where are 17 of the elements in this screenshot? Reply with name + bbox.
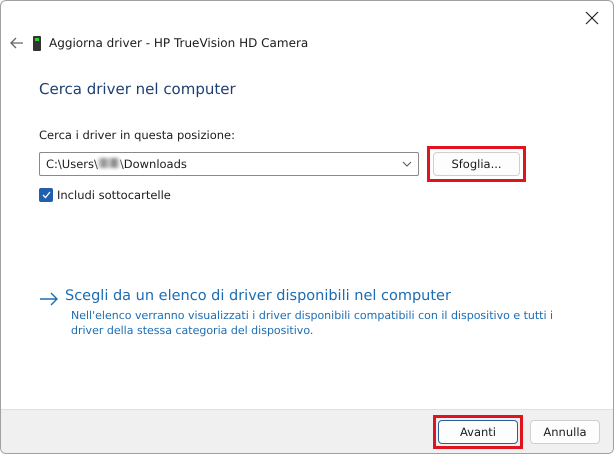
page-heading: Cerca driver nel computer [39,80,237,98]
chevron-icon [402,161,412,167]
webcam-icon [33,36,41,50]
checkmark-icon [42,191,50,199]
driver-list-link[interactable]: Scegli da un elenco di driver disponibili nel computer [65,288,451,304]
browse-button[interactable]: Sfoglia... [433,152,520,176]
back-button[interactable] [9,35,25,51]
arrow-icon [39,292,59,306]
window-title: Aggiorna driver - HP TrueVision HD Camera [49,36,308,50]
subfolders-checkbox[interactable]: Includi sottocartelle [39,188,613,202]
path-combo[interactable]: C:\Users\ \Downloads [39,152,419,176]
close-icon [585,11,599,25]
option-description: Nell'elenco verranno visualizzati i driver disponibili compatibili con il dispositivo e tutti i driver della stessa categoria del dispositivo. [71,308,554,338]
location-label: Cerca i driver in questa posizione: [39,128,236,142]
dialog-button[interactable]: Avanti [438,420,518,444]
dialog-button[interactable]: Annulla [530,420,600,444]
back-arrow-icon [9,35,25,51]
